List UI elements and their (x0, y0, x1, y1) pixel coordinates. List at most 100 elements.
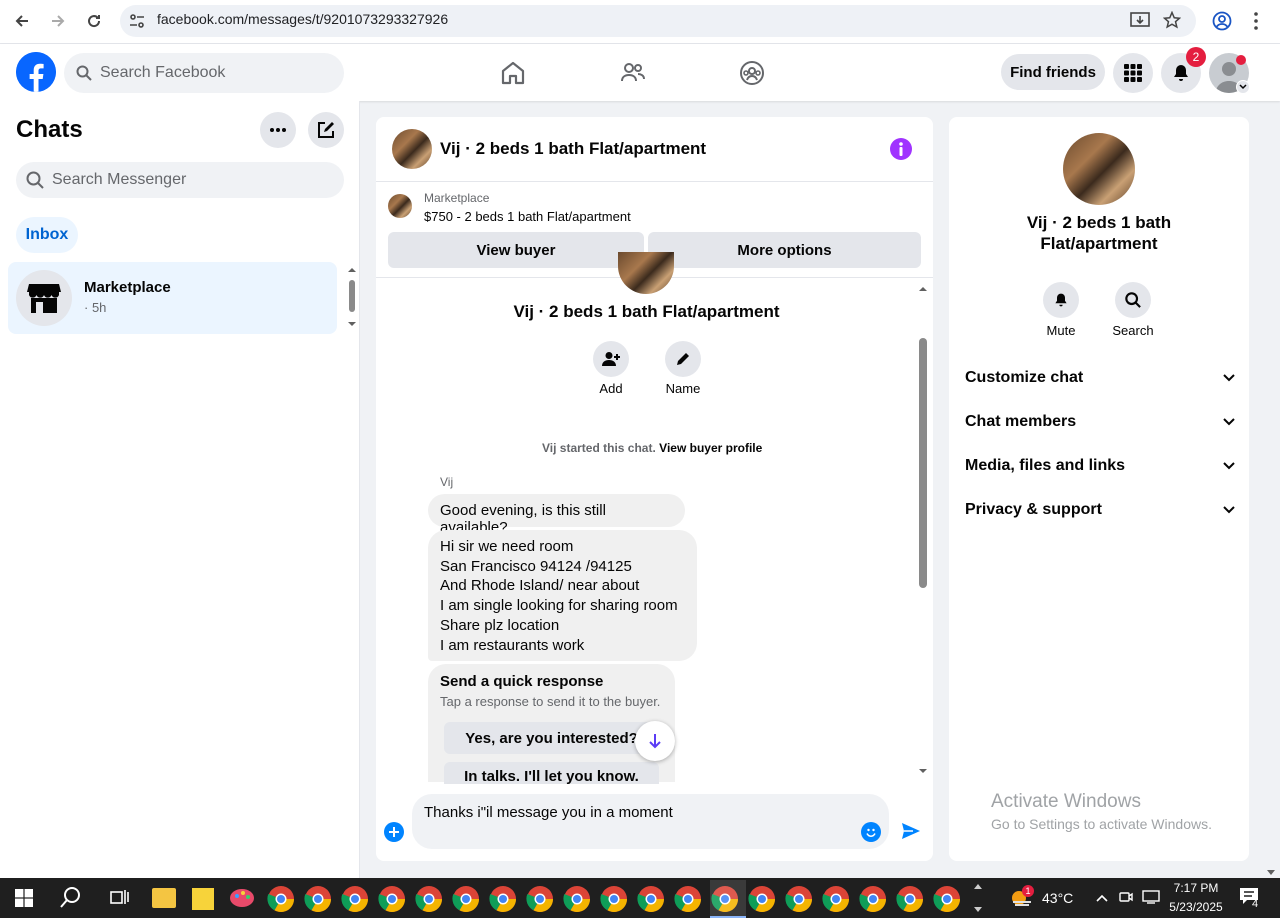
more-options-icon[interactable] (260, 112, 296, 148)
chat-members-row[interactable]: Chat members (965, 404, 1235, 440)
task-view-icon[interactable] (110, 888, 130, 911)
messenger-search-input[interactable]: Search Messenger (16, 162, 344, 198)
new-message-icon[interactable] (308, 112, 344, 148)
action-center-count: 4 (1252, 898, 1259, 910)
scroll-to-bottom-arrow-icon[interactable] (635, 721, 675, 761)
details-title: Vij · 2 beds 1 bath Flat/apartment (1026, 213, 1172, 253)
add-label: Add (599, 381, 623, 396)
back-icon[interactable] (8, 7, 36, 35)
search-icon (76, 65, 92, 81)
chat-name: Marketplace (84, 279, 171, 296)
facebook-search-placeholder: Search Facebook (100, 64, 226, 81)
accordion-label: Media, files and links (965, 457, 1126, 474)
message-bubble[interactable]: Good evening, is this still available? (428, 494, 685, 536)
url-text: facebook.com/messages/t/9201073293327926 (157, 11, 449, 27)
message-bubble[interactable]: Hi sir we need room San Francisco 94124 … (428, 530, 697, 661)
menu-grid-icon[interactable] (1113, 53, 1153, 93)
message-composer-input[interactable]: Thanks i"il message you in a moment (412, 794, 889, 849)
conversation-scrollbar[interactable] (917, 282, 929, 779)
network-icon[interactable] (1142, 890, 1160, 909)
chevron-down-icon (1223, 374, 1235, 382)
message-line: And Rhode Island/ near about (440, 577, 640, 595)
send-icon[interactable] (901, 822, 921, 845)
conversation-profile-name: Vij · 2 beds 1 bath Flat/apartment (513, 302, 780, 321)
add-attachment-plus-icon[interactable] (384, 822, 404, 842)
account-chevron-down-icon[interactable] (1236, 80, 1250, 94)
conversation-panel: Vij · 2 beds 1 bath Flat/apartment Marke… (376, 117, 933, 861)
add-person-icon[interactable] (593, 341, 629, 377)
view-buyer-profile-link[interactable]: View buyer profile (659, 441, 762, 455)
facebook-logo-icon[interactable] (16, 52, 56, 92)
meet-now-icon[interactable] (1119, 890, 1133, 909)
mute-label: Mute (1046, 323, 1076, 338)
marketplace-label: Marketplace (424, 191, 490, 205)
chevron-down-icon (1223, 418, 1235, 426)
paint-app-icon[interactable] (229, 886, 255, 915)
message-line: Share plz location (440, 616, 560, 634)
temperature-text: 43°C (1042, 890, 1074, 906)
chat-list-scrollbar[interactable] (348, 266, 356, 328)
quick-response-button[interactable]: Yes, are you interested? (444, 722, 659, 754)
tray-chevron-up-icon[interactable] (1096, 890, 1108, 908)
listing-price-title[interactable]: $750 - 2 beds 1 bath Flat/apartment (424, 209, 631, 224)
mute-bell-icon[interactable] (1043, 282, 1079, 318)
quick-response-button[interactable]: In talks. I'll let you know. (444, 762, 659, 784)
edit-name-pencil-icon[interactable] (665, 341, 701, 377)
accordion-label: Customize chat (965, 369, 1084, 386)
search-in-conversation-icon[interactable] (1115, 282, 1151, 318)
more-options-button[interactable]: More options (648, 232, 921, 268)
taskbar-date[interactable]: 5/23/2025 (1166, 900, 1226, 914)
chat-started-text: Vij started this chat. (542, 441, 656, 455)
weather-badge: 1 (1022, 885, 1034, 897)
chevron-down-icon (1223, 462, 1235, 470)
messenger-search-placeholder: Search Messenger (52, 171, 187, 188)
active-chrome-window-highlight[interactable] (710, 880, 746, 918)
chevron-down-icon (1223, 506, 1235, 514)
groups-icon[interactable] (732, 53, 772, 93)
bookmark-star-icon[interactable] (1162, 10, 1182, 34)
reload-icon[interactable] (80, 7, 108, 35)
info-icon[interactable] (890, 138, 912, 160)
search-icon (26, 171, 44, 189)
message-line: San Francisco 94124 /94125 (440, 557, 632, 575)
emoji-icon[interactable] (861, 822, 881, 842)
accordion-label: Privacy & support (965, 501, 1102, 518)
profile-icon[interactable] (1212, 11, 1232, 36)
listing-thumbnail-avatar[interactable] (392, 129, 432, 169)
file-explorer-icon[interactable] (152, 888, 176, 908)
marketplace-shop-icon (16, 270, 72, 326)
listing-small-thumbnail (388, 194, 412, 218)
conversation-title[interactable]: Vij · 2 beds 1 bath Flat/apartment (440, 139, 706, 159)
windows-start-icon[interactable] (15, 889, 33, 912)
taskbar-search-icon[interactable] (60, 886, 82, 913)
site-info-icon[interactable] (128, 12, 146, 35)
sticky-notes-icon[interactable] (192, 888, 214, 910)
customize-chat-row[interactable]: Customize chat (965, 360, 1235, 396)
taskbar-scroll-arrows[interactable] (973, 882, 983, 918)
forward-icon[interactable] (44, 7, 72, 35)
activate-windows-subtitle: Go to Settings to activate Windows. (991, 816, 1212, 832)
find-friends-button[interactable]: Find friends (1001, 54, 1105, 90)
inbox-tab[interactable]: Inbox (16, 217, 78, 253)
install-app-icon[interactable] (1130, 12, 1150, 35)
home-icon[interactable] (493, 53, 533, 93)
message-line: I am single looking for sharing room (440, 597, 678, 615)
taskbar-pinned-apps (266, 884, 966, 914)
details-listing-photo[interactable] (1063, 133, 1135, 205)
notification-count-badge: 2 (1186, 47, 1206, 67)
friends-icon[interactable] (613, 53, 653, 93)
quick-response-title: Send a quick response (440, 673, 604, 690)
media-files-links-row[interactable]: Media, files and links (965, 448, 1235, 484)
browser-menu-icon[interactable] (1252, 11, 1260, 36)
facebook-search-input[interactable]: Search Facebook (64, 53, 344, 93)
accordion-label: Chat members (965, 413, 1077, 430)
view-buyer-button[interactable]: View buyer (388, 232, 644, 268)
composer-text: Thanks i"il message you in a moment (424, 804, 673, 821)
message-line: Hi sir we need room (440, 538, 574, 555)
privacy-support-row[interactable]: Privacy & support (965, 492, 1235, 528)
taskbar-time[interactable]: 7:17 PM (1168, 881, 1224, 895)
conversation-details-panel: Vij · 2 beds 1 bath Flat/apartment Mute … (949, 117, 1249, 861)
name-label: Name (665, 381, 701, 396)
chat-started-notice: Vij started this chat. View buyer profil… (542, 441, 762, 455)
chats-title: Chats (16, 116, 83, 143)
